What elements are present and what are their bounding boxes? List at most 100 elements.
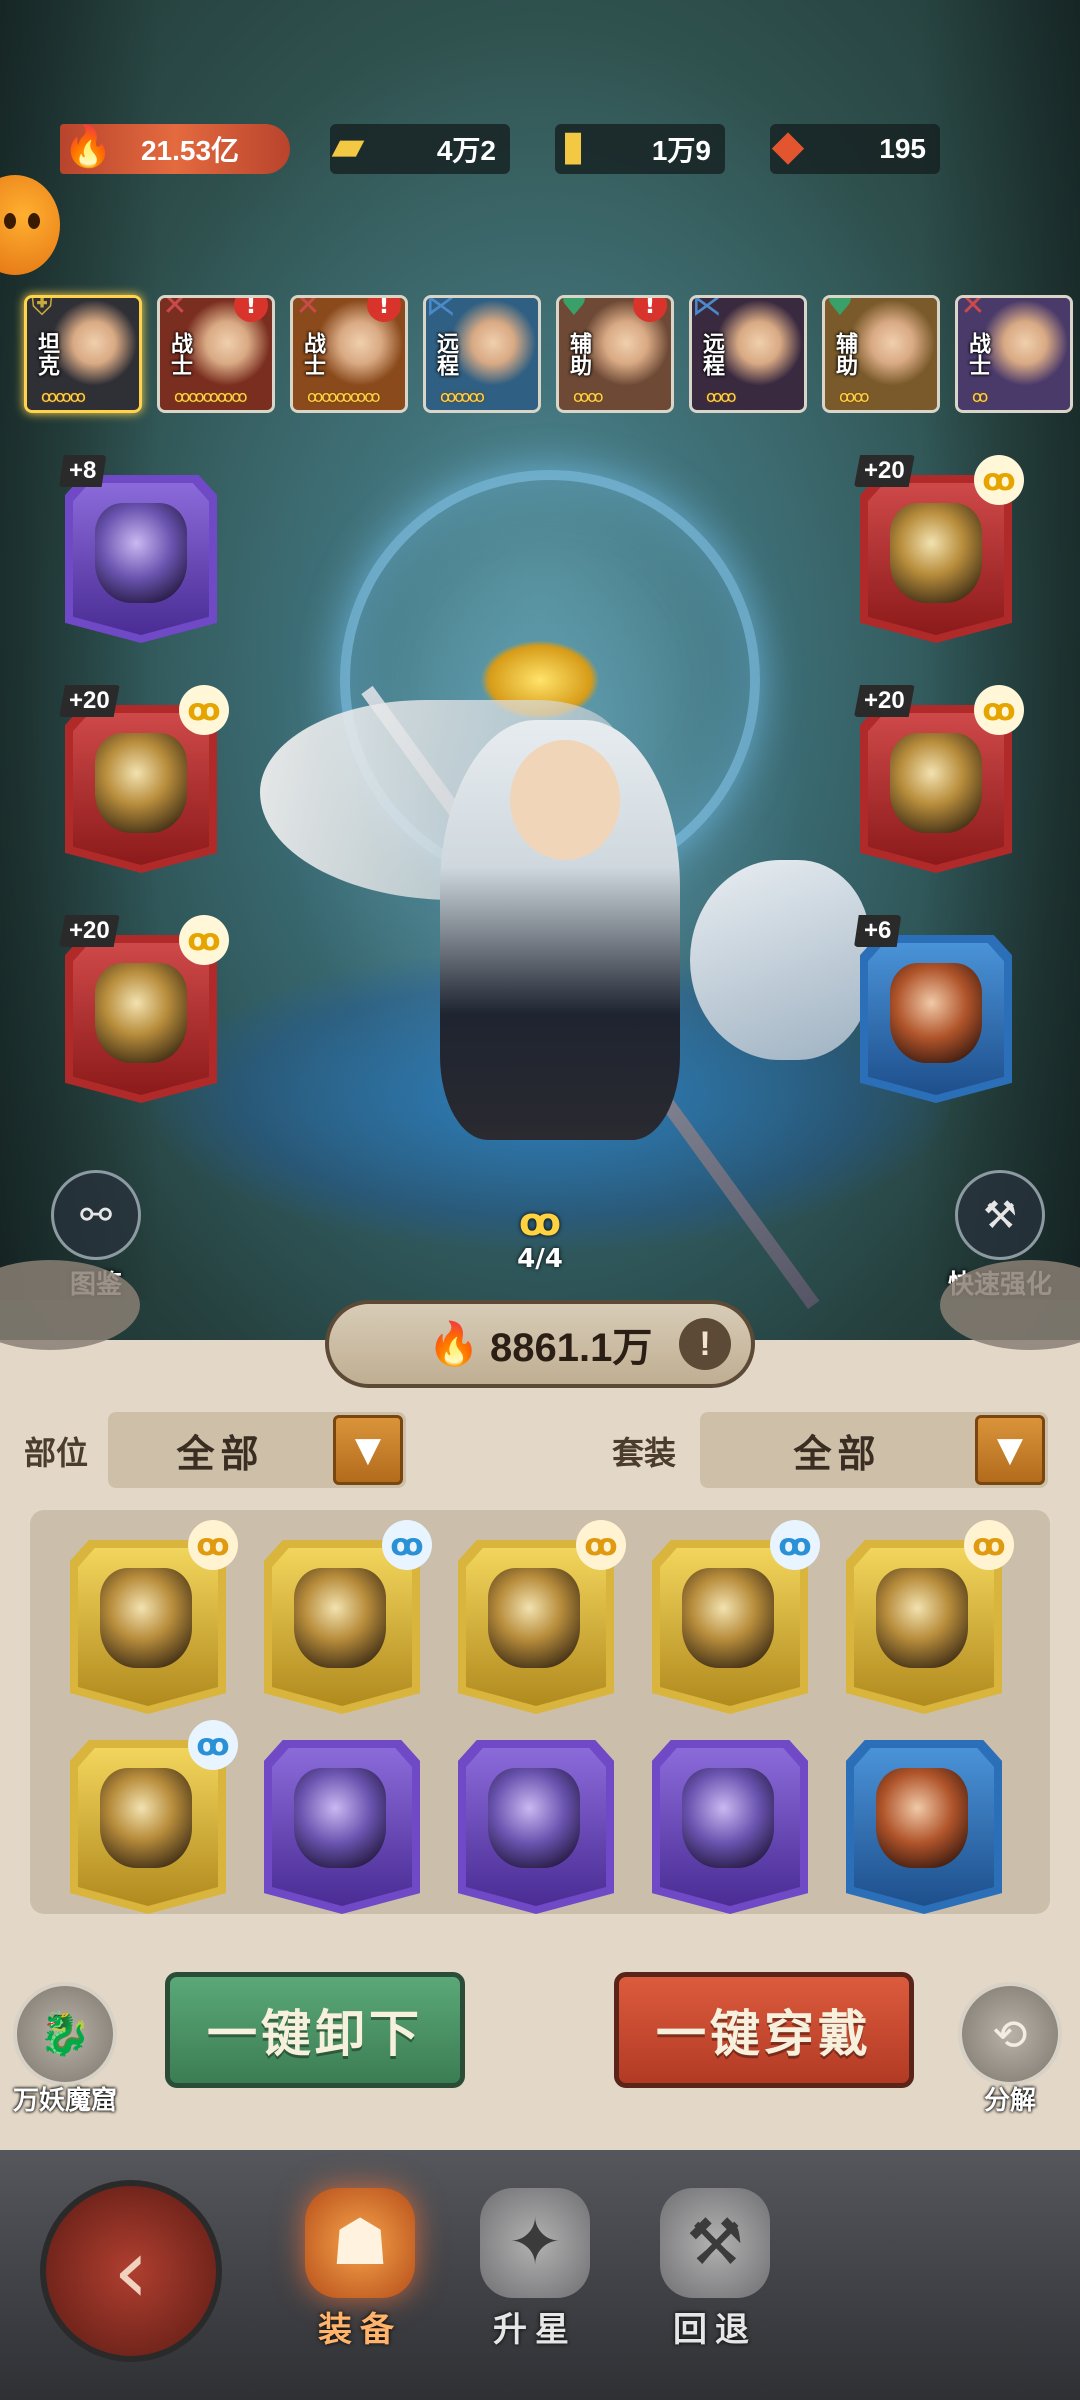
enhance-level: +20 bbox=[59, 685, 120, 717]
tab-equip[interactable]: ☗ 装备 bbox=[285, 2188, 435, 2351]
hero-head-art bbox=[510, 740, 620, 860]
equipment-slot[interactable]: ꝏ bbox=[70, 1520, 238, 1714]
equipment-item-icon bbox=[488, 1768, 580, 1868]
equipment-item-icon bbox=[488, 1568, 580, 1668]
equipment-item-icon bbox=[100, 1568, 192, 1668]
role-badge-icon: ✕ bbox=[960, 295, 986, 323]
flame-icon: 🔥 bbox=[63, 124, 113, 169]
set-filter-label: 套装 bbox=[612, 1434, 677, 1472]
role-badge-icon: ⛨ bbox=[30, 295, 54, 323]
decompose-label: 分解 bbox=[983, 2086, 1036, 2116]
combat-power-chip: 🔥 21.53亿 bbox=[60, 124, 290, 174]
set-swirl-icon: ꝏ bbox=[179, 915, 229, 965]
slot-filter-label: 部位 bbox=[24, 1434, 89, 1472]
role-badge-icon: ⋉ bbox=[692, 295, 722, 323]
equipment-slot[interactable]: ꝏ bbox=[652, 1520, 820, 1714]
equipment-item-icon bbox=[682, 1768, 774, 1868]
set-swirl-icon: ꝏ bbox=[974, 455, 1024, 505]
hero-card[interactable]: ♥ 辅助 ꝏꝏ! bbox=[556, 295, 674, 413]
hammer-anvil-icon: ⚒ bbox=[660, 2188, 770, 2298]
set-bonus-counter[interactable]: ꝏ 4/4 bbox=[510, 1200, 570, 1274]
back-arrow-icon: ‹ bbox=[113, 2218, 149, 2324]
hero-role-label: 战士 bbox=[167, 332, 192, 376]
equipment-slot[interactable]: ꝏ bbox=[458, 1520, 626, 1714]
hero-role-label: 战士 bbox=[300, 332, 325, 376]
set-swirl-icon: ꝏ bbox=[382, 1520, 432, 1570]
hero-star-rating: ꝏꝏꝏꝏꝏ bbox=[307, 387, 380, 406]
decompose-button[interactable]: ⟲ 分解 bbox=[935, 1982, 1080, 2117]
info-icon[interactable]: ! bbox=[679, 1318, 731, 1370]
set-swirl-icon: ꝏ bbox=[576, 1520, 626, 1570]
set-swirl-icon: ꝏ bbox=[770, 1520, 820, 1570]
equipment-item-icon bbox=[294, 1568, 386, 1668]
star-up-icon: ✦ bbox=[480, 2188, 590, 2298]
gold-counter[interactable]: ▰ 4万2 bbox=[330, 124, 510, 174]
hero-card[interactable]: ✕ 战士 ꝏ bbox=[955, 295, 1073, 413]
crystal-value: 195 bbox=[879, 133, 926, 164]
equipment-slot[interactable]: +8 bbox=[59, 455, 217, 643]
equipment-slot[interactable] bbox=[652, 1740, 808, 1914]
enhance-level: +8 bbox=[59, 455, 107, 487]
hero-star-rating: ꝏꝏ bbox=[573, 387, 604, 406]
equipment-item-icon bbox=[876, 1768, 968, 1868]
hero-role-label: 坦克 bbox=[34, 332, 59, 376]
equip-all-button[interactable]: 一键穿戴 bbox=[614, 1972, 914, 2088]
equipment-slot[interactable] bbox=[264, 1740, 420, 1914]
back-button[interactable]: ‹ bbox=[40, 2180, 222, 2362]
demon-mask-icon: ☗ bbox=[305, 2188, 415, 2298]
set-count-value: 4/4 bbox=[517, 1244, 563, 1274]
equipment-item-icon bbox=[100, 1768, 192, 1868]
role-badge-icon: ✕ bbox=[295, 295, 321, 323]
hero-role-label: 辅助 bbox=[832, 332, 857, 376]
hero-role-label: 辅助 bbox=[566, 332, 591, 376]
flame-icon: 🔥 bbox=[427, 1319, 480, 1367]
tab-star-up-label: 升星 bbox=[493, 2310, 577, 2350]
equipment-slot[interactable]: ꝏ bbox=[264, 1520, 432, 1714]
anvil-hammer-icon: ⚒ bbox=[955, 1170, 1045, 1260]
equipment-item-icon bbox=[890, 963, 982, 1063]
hero-star-rating: ꝏꝏ bbox=[706, 387, 737, 406]
equipment-slot[interactable]: +20 ꝏ bbox=[854, 685, 1024, 873]
slot-filter-dropdown[interactable]: 全部 ▼ bbox=[108, 1412, 406, 1488]
hero-card[interactable]: ♥ 辅助 ꝏꝏ bbox=[822, 295, 940, 413]
equipment-slot[interactable]: +6 bbox=[854, 915, 1012, 1103]
equipment-item-icon bbox=[95, 733, 187, 833]
enhance-level: +20 bbox=[59, 915, 120, 947]
hero-role-label: 远程 bbox=[699, 332, 724, 376]
hero-star-rating: ꝏꝏꝏꝏꝏ bbox=[174, 387, 247, 406]
hero-card[interactable]: ⋉ 远程 ꝏꝏꝏ bbox=[423, 295, 541, 413]
hero-card[interactable]: ✕ 战士 ꝏꝏꝏꝏꝏ! bbox=[290, 295, 408, 413]
equipment-slot[interactable]: +20 ꝏ bbox=[59, 685, 229, 873]
hero-role-label: 远程 bbox=[433, 332, 458, 376]
red-crystal-icon: ◆ bbox=[772, 124, 804, 168]
chevron-down-icon: ▼ bbox=[975, 1415, 1045, 1485]
share-nodes-icon: ⚯ bbox=[51, 1170, 141, 1260]
unequip-all-button[interactable]: 一键卸下 bbox=[165, 1972, 465, 2088]
equipment-slot[interactable]: +20 ꝏ bbox=[59, 915, 229, 1103]
set-filter-dropdown[interactable]: 全部 ▼ bbox=[700, 1412, 1048, 1488]
equipment-item-icon bbox=[890, 733, 982, 833]
set-swirl-icon: ꝏ bbox=[964, 1520, 1014, 1570]
wolf-companion-art bbox=[690, 860, 870, 1060]
hero-card[interactable]: ⋉ 远程 ꝏꝏ bbox=[689, 295, 807, 413]
equipment-item-icon bbox=[890, 503, 982, 603]
crystal-counter[interactable]: ◆ 195 bbox=[770, 124, 940, 174]
equipment-slot[interactable] bbox=[846, 1740, 1002, 1914]
tab-revert[interactable]: ⚒ 回退 bbox=[640, 2188, 790, 2351]
set-filter-value: 全部 bbox=[793, 1431, 882, 1476]
tab-star-up[interactable]: ✦ 升星 bbox=[460, 2188, 610, 2351]
equipment-item-icon bbox=[682, 1568, 774, 1668]
scroll-value: 1万9 bbox=[651, 135, 711, 166]
equipment-slot[interactable]: ꝏ bbox=[70, 1720, 238, 1914]
equipment-slot[interactable]: +20 ꝏ bbox=[854, 455, 1024, 643]
equipment-power-bar: 🔥 8861.1万 ! bbox=[325, 1300, 755, 1388]
hero-card[interactable]: ⛨ 坦克 ꝏꝏꝏ bbox=[24, 295, 142, 413]
equipment-slot[interactable]: ꝏ bbox=[846, 1520, 1014, 1714]
hero-card[interactable]: ✕ 战士 ꝏꝏꝏꝏꝏ! bbox=[157, 295, 275, 413]
equipment-slot[interactable] bbox=[458, 1740, 614, 1914]
tab-equip-label: 装备 bbox=[318, 2310, 402, 2350]
demon-cave-button[interactable]: 🐉 万妖魔窟 bbox=[0, 1982, 140, 2117]
gold-value: 4万2 bbox=[436, 135, 496, 166]
scroll-counter[interactable]: ▮ 1万9 bbox=[555, 124, 725, 174]
tab-revert-label: 回退 bbox=[673, 2310, 757, 2350]
